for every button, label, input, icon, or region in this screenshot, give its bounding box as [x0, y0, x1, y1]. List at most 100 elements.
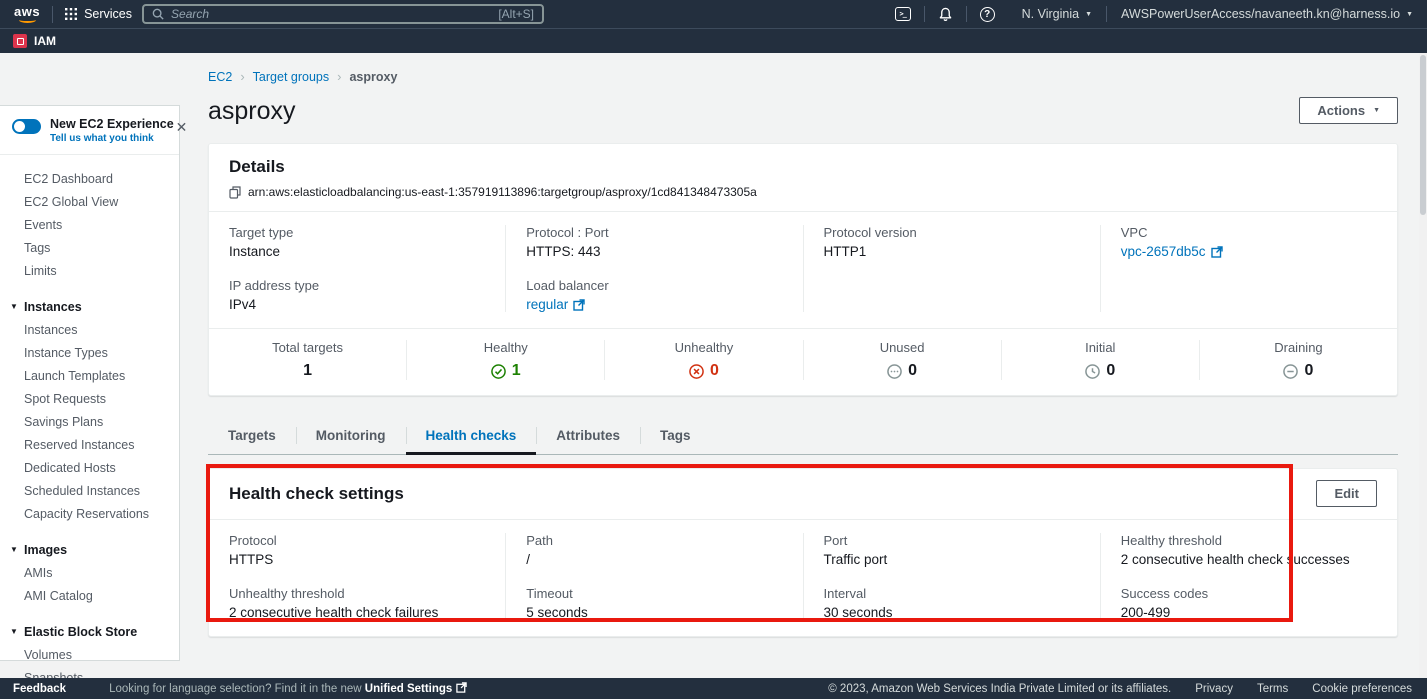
sidebar-item-snapshots[interactable]: Snapshots	[0, 666, 179, 678]
terms-link[interactable]: Terms	[1257, 683, 1288, 695]
vertical-scrollbar[interactable]	[1419, 53, 1427, 678]
tab-monitoring[interactable]: Monitoring	[296, 419, 406, 454]
draining-minus-circle-icon	[1283, 364, 1298, 379]
field-path: Path /	[526, 533, 782, 567]
account-label: AWSPowerUserAccess/navaneeth.kn@harness.…	[1121, 7, 1400, 21]
scrollbar-thumb[interactable]	[1420, 55, 1426, 215]
content-area: EC2 › Target groups › asproxy asproxy Ac…	[180, 53, 1419, 678]
details-card: Details arn:aws:elasticloadbalancing:us-…	[208, 143, 1398, 396]
breadcrumb-separator-icon: ›	[337, 69, 341, 84]
feedback-link[interactable]: Tell us what you think	[50, 133, 174, 144]
breadcrumb-ec2[interactable]: EC2	[208, 70, 232, 84]
sidebar-item-ec2-dashboard[interactable]: EC2 Dashboard	[0, 167, 179, 190]
sidebar-item-launch-templates[interactable]: Launch Templates	[0, 364, 179, 387]
summary-draining: Draining 0	[1199, 340, 1397, 380]
cloudshell-button[interactable]: >_	[882, 7, 924, 21]
sidebar-item-instance-types[interactable]: Instance Types	[0, 341, 179, 364]
field-ip-address-type: IP address type IPv4	[229, 278, 485, 312]
field-target-type: Target type Instance	[229, 225, 485, 259]
field-protocol: Protocol HTTPS	[229, 533, 485, 567]
summary-healthy: Healthy 1	[406, 340, 604, 380]
breadcrumb-target-groups[interactable]: Target groups	[253, 70, 329, 84]
nav-divider	[52, 6, 53, 23]
cloudshell-terminal-icon: >_	[895, 7, 911, 21]
initial-clock-icon	[1085, 364, 1100, 379]
sidebar-item-ami-catalog[interactable]: AMI Catalog	[0, 584, 179, 607]
copyright-text: © 2023, Amazon Web Services India Privat…	[828, 683, 1171, 695]
footer-bar: Feedback Looking for language selection?…	[0, 678, 1427, 699]
edit-button[interactable]: Edit	[1316, 480, 1377, 507]
tab-health-checks[interactable]: Health checks	[406, 419, 537, 454]
sidebar-item-capacity-reservations[interactable]: Capacity Reservations	[0, 502, 179, 525]
field-load-balancer: Load balancer regular	[526, 278, 782, 312]
feedback-button[interactable]: Feedback	[13, 683, 66, 695]
new-experience-title: New EC2 Experience	[50, 117, 174, 131]
sidebar-item-ec2-global-view[interactable]: EC2 Global View	[0, 190, 179, 213]
unified-settings-link[interactable]: Unified Settings	[365, 683, 453, 695]
tab-bar: Targets Monitoring Health checks Attribu…	[208, 419, 1398, 455]
actions-button[interactable]: Actions ▼	[1299, 97, 1398, 124]
breadcrumb-separator-icon: ›	[240, 69, 244, 84]
search-shortcut-hint: [Alt+S]	[498, 7, 534, 21]
global-search[interactable]: [Alt+S]	[142, 4, 544, 24]
sidebar-item-dedicated-hosts[interactable]: Dedicated Hosts	[0, 456, 179, 479]
services-grid-icon	[65, 8, 77, 20]
language-hint: Looking for language selection? Find it …	[109, 682, 466, 695]
help-icon: ?	[980, 7, 995, 22]
summary-unhealthy: Unhealthy 0	[604, 340, 802, 380]
sidebar-section-instances[interactable]: ▼ Instances	[0, 295, 179, 318]
sidebar-item-reserved-instances[interactable]: Reserved Instances	[0, 433, 179, 456]
sidebar-item-limits[interactable]: Limits	[0, 259, 179, 282]
details-title: Details	[229, 157, 1377, 177]
copy-icon[interactable]	[229, 186, 241, 199]
bell-icon	[938, 7, 953, 22]
sidebar-item-spot-requests[interactable]: Spot Requests	[0, 387, 179, 410]
external-link-icon	[573, 299, 585, 311]
help-button[interactable]: ?	[967, 7, 1008, 22]
health-check-grid: Protocol HTTPS Unhealthy threshold 2 con…	[209, 520, 1397, 636]
account-menu[interactable]: AWSPowerUserAccess/navaneeth.kn@harness.…	[1107, 7, 1427, 21]
field-timeout: Timeout 5 seconds	[526, 586, 782, 620]
sidebar-section-elastic-block-store[interactable]: ▼ Elastic Block Store	[0, 620, 179, 643]
sidebar-item-savings-plans[interactable]: Savings Plans	[0, 410, 179, 433]
field-interval: Interval 30 seconds	[824, 586, 1080, 620]
target-group-arn: arn:aws:elasticloadbalancing:us-east-1:3…	[248, 185, 757, 199]
privacy-link[interactable]: Privacy	[1195, 683, 1233, 695]
tab-attributes[interactable]: Attributes	[536, 419, 640, 454]
external-link-icon	[456, 682, 467, 693]
summary-unused: Unused 0	[803, 340, 1001, 380]
field-success-codes: Success codes 200-499	[1121, 586, 1377, 620]
cookie-preferences-link[interactable]: Cookie preferences	[1312, 683, 1412, 695]
vpc-link[interactable]: vpc-2657db5c	[1121, 244, 1223, 259]
caret-down-icon: ▼	[10, 302, 18, 311]
load-balancer-link[interactable]: regular	[526, 297, 585, 312]
sidebar-nav: EC2 Dashboard EC2 Global View Events Tag…	[0, 155, 179, 678]
targets-summary: Total targets 1 Healthy 1	[209, 328, 1397, 395]
iam-shortcut[interactable]: IAM	[13, 34, 56, 48]
sidebar-item-tags[interactable]: Tags	[0, 236, 179, 259]
search-input[interactable]	[171, 7, 498, 21]
aws-console: aws Services [Alt+S] >_	[0, 0, 1427, 699]
top-navigation-bar: aws Services [Alt+S] >_	[0, 0, 1427, 28]
new-experience-toggle[interactable]	[12, 119, 41, 134]
page-title: asproxy	[208, 97, 296, 126]
sidebar-item-events[interactable]: Events	[0, 213, 179, 236]
field-protocol-version: Protocol version HTTP1	[824, 225, 1080, 259]
summary-total-targets: Total targets 1	[209, 340, 406, 380]
details-grid: Target type Instance IP address type IPv…	[209, 212, 1397, 328]
tab-targets[interactable]: Targets	[208, 419, 296, 454]
caret-down-icon: ▼	[1085, 11, 1092, 18]
notifications-button[interactable]	[925, 7, 966, 22]
region-selector[interactable]: N. Virginia ▼	[1008, 7, 1106, 21]
health-check-settings-card: Health check settings Edit Protocol HTTP…	[208, 468, 1398, 637]
sidebar-item-amis[interactable]: AMIs	[0, 561, 179, 584]
aws-logo[interactable]: aws	[14, 6, 40, 23]
services-menu[interactable]: Services	[65, 7, 132, 21]
sidebar-item-volumes[interactable]: Volumes	[0, 643, 179, 666]
services-label: Services	[84, 7, 132, 21]
field-protocol-port: Protocol : Port HTTPS: 443	[526, 225, 782, 259]
sidebar-item-scheduled-instances[interactable]: Scheduled Instances	[0, 479, 179, 502]
sidebar-section-images[interactable]: ▼ Images	[0, 538, 179, 561]
tab-tags[interactable]: Tags	[640, 419, 711, 454]
sidebar-item-instances[interactable]: Instances	[0, 318, 179, 341]
